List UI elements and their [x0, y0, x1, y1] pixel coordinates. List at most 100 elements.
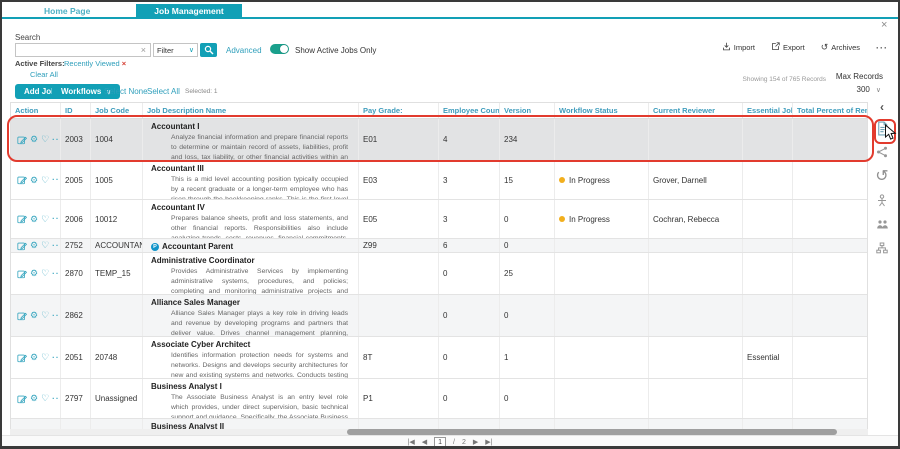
active-jobs-toggle[interactable]	[270, 44, 289, 54]
search-input[interactable]: ×	[15, 43, 151, 57]
tab-job-management[interactable]: Job Management	[136, 4, 242, 17]
tab-home-page[interactable]: Home Page	[26, 4, 108, 17]
col-job-description-name[interactable]: Job Description Name	[143, 103, 359, 118]
clear-all-link[interactable]: Clear All	[30, 70, 58, 79]
close-icon[interactable]: ×	[881, 19, 887, 31]
jobs-table: Action ID Job Code Job Description Name …	[10, 102, 868, 435]
col-essential-job[interactable]: Essential Job	[743, 103, 793, 118]
row-more-icon[interactable]: ···	[52, 311, 60, 320]
col-workflow-status[interactable]: Workflow Status	[555, 103, 649, 118]
job-name-link[interactable]: Accountant III	[151, 164, 204, 173]
col-version[interactable]: Version	[500, 103, 555, 118]
gear-icon[interactable]: ⚙	[30, 394, 38, 403]
team-icon[interactable]	[870, 212, 894, 236]
job-name-link[interactable]: Accountant IV	[151, 203, 205, 212]
job-name-link[interactable]: Accountant Parent	[162, 242, 233, 251]
job-name-link[interactable]: Associate Cyber Architect	[151, 340, 250, 349]
row-more-icon[interactable]: ···	[52, 135, 60, 144]
export-icon	[771, 42, 780, 53]
row-more-icon[interactable]: ···	[52, 269, 60, 278]
row-more-icon[interactable]: ···	[52, 353, 60, 362]
job-name-link[interactable]: Accountant I	[151, 122, 199, 131]
edit-icon[interactable]	[17, 311, 27, 321]
edit-icon[interactable]	[17, 269, 27, 279]
gear-icon[interactable]: ⚙	[30, 241, 38, 250]
next-page-button[interactable]: ▶	[473, 438, 478, 446]
chevron-down-icon: ∨	[875, 86, 881, 94]
status-text: In Progress	[569, 175, 610, 185]
table-row[interactable]: ⚙ ♡ ··· 2005 1005 Accountant III This is…	[11, 161, 867, 200]
last-page-button[interactable]: ▶|	[485, 438, 492, 446]
more-options-icon[interactable]: ···	[876, 43, 888, 53]
gear-icon[interactable]: ⚙	[30, 311, 38, 320]
row-more-icon[interactable]: ···	[52, 215, 60, 223]
heart-icon[interactable]: ♡	[41, 135, 49, 144]
gear-icon[interactable]: ⚙	[30, 353, 38, 362]
heart-icon[interactable]: ♡	[41, 214, 49, 224]
max-records-dropdown[interactable]: 300 ∨	[857, 85, 881, 94]
table-row[interactable]: ⚙ ♡ ··· 2752 ACCOUNTANT P Accountant Par…	[11, 239, 867, 253]
cell-workflow-status	[555, 379, 649, 418]
col-job-code[interactable]: Job Code	[91, 103, 143, 118]
workflow-share-icon[interactable]	[870, 140, 894, 164]
filter-dropdown[interactable]: Filter ∨	[153, 43, 198, 57]
cell-id: 2051	[61, 337, 91, 378]
job-page-icon[interactable]	[870, 116, 894, 140]
heart-icon[interactable]: ♡	[41, 175, 49, 185]
table-row[interactable]: ⚙ ♡ ··· 2051 20748 Associate Cyber Archi…	[11, 337, 867, 379]
history-icon[interactable]: ↺	[870, 164, 894, 188]
row-more-icon[interactable]: ···	[52, 394, 60, 403]
remove-filter-icon[interactable]: ×	[122, 59, 126, 68]
gear-icon[interactable]: ⚙	[30, 175, 38, 185]
table-row[interactable]: ⚙ ♡ ··· 2006 10012 Accountant IV Prepare…	[11, 200, 867, 239]
heart-icon[interactable]: ♡	[41, 394, 49, 403]
cell-id: 2797	[61, 379, 91, 418]
gear-icon[interactable]: ⚙	[30, 269, 38, 278]
heart-icon[interactable]: ♡	[41, 241, 49, 250]
first-page-button[interactable]: |◀	[408, 438, 415, 446]
filter-dropdown-label: Filter	[157, 45, 174, 55]
prev-page-button[interactable]: ◀	[422, 438, 427, 446]
table-row[interactable]: ⚙ ♡ ··· 2797 Unassigned Business Analyst…	[11, 379, 867, 419]
edit-icon[interactable]	[17, 241, 27, 251]
gear-icon[interactable]: ⚙	[30, 135, 38, 144]
select-none-link[interactable]: Select None	[104, 87, 148, 96]
job-name-link[interactable]: Business Analyst I	[151, 382, 222, 391]
search-button[interactable]	[200, 43, 217, 57]
clear-search-icon[interactable]: ×	[141, 45, 146, 55]
job-name-link[interactable]: Alliance Sales Manager	[151, 298, 240, 307]
table-row[interactable]: ⚙ ♡ ··· 2862 Alliance Sales Manager Alli…	[11, 295, 867, 337]
heart-icon[interactable]: ♡	[41, 353, 49, 362]
table-row[interactable]: ⚙ ♡ ··· 2870 TEMP_15 Administrative Coor…	[11, 253, 867, 295]
row-more-icon[interactable]: ···	[52, 176, 60, 184]
edit-icon[interactable]	[17, 214, 27, 224]
col-action[interactable]: Action	[11, 103, 61, 118]
col-pay-grade[interactable]: Pay Grade:	[359, 103, 439, 118]
table-row[interactable]: ⚙ ♡ ··· 2003 1004 Accountant I Analyze f…	[11, 119, 867, 161]
heart-icon[interactable]: ♡	[41, 311, 49, 320]
edit-icon[interactable]	[17, 175, 27, 185]
heart-icon[interactable]: ♡	[41, 269, 49, 278]
collapse-panel-icon[interactable]: ‹	[870, 98, 894, 116]
col-current-reviewer[interactable]: Current Reviewer	[649, 103, 743, 118]
job-name-link[interactable]: Administrative Coordinator	[151, 256, 255, 265]
org-chart-icon[interactable]	[870, 236, 894, 260]
archives-button[interactable]: ↺ Archives	[821, 43, 860, 53]
import-button[interactable]: Import	[722, 42, 755, 53]
edit-icon[interactable]	[17, 135, 27, 145]
cell-employee-count: 4	[439, 119, 500, 160]
edit-icon[interactable]	[17, 353, 27, 363]
select-all-link[interactable]: Select All	[147, 87, 180, 96]
col-employee-count[interactable]: Employee Count	[439, 103, 500, 118]
table-header: Action ID Job Code Job Description Name …	[11, 103, 867, 119]
edit-icon[interactable]	[17, 394, 27, 404]
filter-chip-recently-viewed[interactable]: Recently Viewed ×	[64, 59, 126, 68]
export-button[interactable]: Export	[771, 42, 805, 53]
person-icon[interactable]	[870, 188, 894, 212]
row-more-icon[interactable]: ···	[52, 241, 60, 250]
col-total-percent-remote[interactable]: Total Percent of Remote	[793, 103, 867, 118]
advanced-link[interactable]: Advanced	[226, 46, 262, 55]
gear-icon[interactable]: ⚙	[30, 214, 38, 224]
col-id[interactable]: ID	[61, 103, 91, 118]
cell-job-description-name: Business Analyst I The Associate Busines…	[143, 379, 359, 418]
